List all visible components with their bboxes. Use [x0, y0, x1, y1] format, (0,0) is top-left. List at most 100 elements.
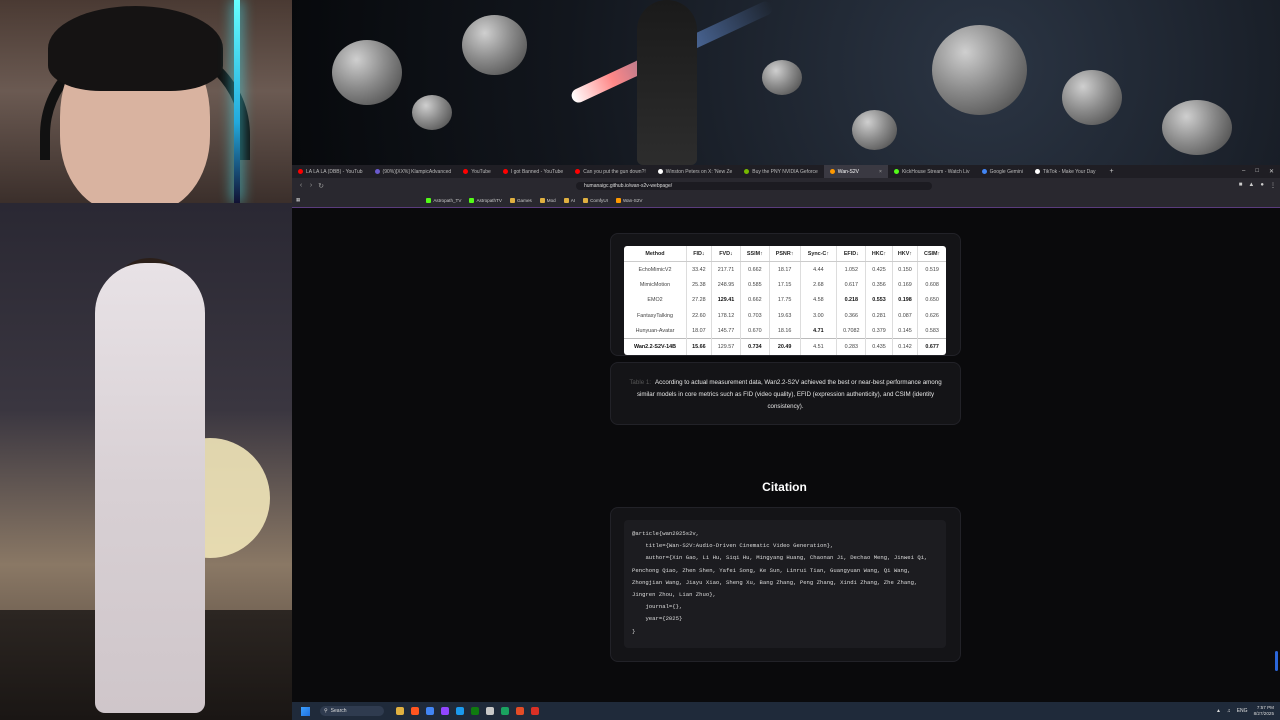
- back-icon[interactable]: ‹: [296, 182, 306, 189]
- table-cell: 17.15: [768, 277, 801, 293]
- table-cell: 0.150: [891, 261, 918, 278]
- table-cell: 17.75: [768, 292, 801, 308]
- browser-tab[interactable]: TikTok - Make Your Day: [1029, 165, 1102, 178]
- table-body: EchoMimicV2 33.42 217.71 0.662 18.17 4.44 1.05…: [624, 261, 946, 355]
- table-cell: 0.553: [865, 292, 893, 308]
- browser-tab[interactable]: Wan-S2V ×: [823, 165, 888, 178]
- browser-tab[interactable]: KickHouse Stream - Watch Liv: [888, 165, 976, 178]
- taskbar-search[interactable]: ⚲ Search: [320, 706, 384, 716]
- taskbar-search-label: Search: [330, 708, 347, 714]
- citation-heading: Citation: [762, 480, 807, 494]
- file-explorer-icon[interactable]: [396, 707, 404, 715]
- table-cell: 20.49: [768, 338, 801, 355]
- table-cell: 0.626: [917, 307, 946, 324]
- browser-tab[interactable]: Winston Peters on X: 'New Ze: [652, 165, 739, 178]
- table-cell: 0.585: [740, 277, 770, 293]
- table-cell: 0.281: [865, 307, 893, 324]
- tab-label: Buy the PNY NVIDIA Geforce: [752, 168, 818, 175]
- close-icon[interactable]: ✕: [1269, 168, 1274, 175]
- table-header-cell: PSNR↑: [768, 246, 801, 262]
- obs-icon[interactable]: [441, 707, 449, 715]
- bookmark-item[interactable]: Games: [509, 197, 532, 203]
- table-cell: 0.198: [891, 292, 918, 308]
- table-header-cell: Method: [624, 246, 687, 262]
- browser-tab[interactable]: (90%)[XX%] KlampicAdvanced: [369, 165, 458, 178]
- reload-icon[interactable]: ↻: [316, 182, 326, 190]
- taskbar-apps: [396, 707, 539, 715]
- tab-label: TikTok - Make Your Day: [1042, 168, 1096, 175]
- tab-label: KickHouse Stream - Watch Liv: [901, 168, 970, 175]
- browser-tab[interactable]: I got Banned - YouTube: [497, 165, 569, 178]
- steam-icon[interactable]: [456, 707, 464, 715]
- bookmark-item[interactable]: ComfyUI: [583, 197, 608, 203]
- wifi-icon[interactable]: ▲: [1216, 708, 1221, 714]
- browser-tab[interactable]: Buy the PNY NVIDIA Geforce: [738, 165, 824, 178]
- table-cell: 18.07: [686, 323, 712, 339]
- table-cell: Wan2.2-S2V-14B: [624, 338, 687, 355]
- bookmark-item[interactable]: AI: [563, 197, 575, 203]
- person-hair: [48, 6, 223, 91]
- table-cell: 1.052: [836, 261, 866, 278]
- table-cell: 0.662: [740, 261, 770, 278]
- address-bar-row: ‹ › ↻ humanaigc.github.io/wan-s2v-webpag…: [292, 178, 1280, 193]
- bookmark-item[interactable]: Astropath_TV: [426, 197, 461, 203]
- anime-character-overlay: [0, 203, 292, 720]
- vlc-icon[interactable]: [531, 707, 539, 715]
- forward-icon[interactable]: ›: [306, 182, 316, 189]
- scrollbar-thumb[interactable]: [1275, 651, 1278, 671]
- tab-label: LA LA LA (DBB) - YouTub: [306, 168, 363, 175]
- asteroid: [412, 95, 452, 130]
- brave-icon[interactable]: [411, 707, 419, 715]
- bookmark-icon: [539, 197, 545, 203]
- table-cell: 0.7082: [836, 323, 866, 339]
- tab-label: (90%)[XX%] KlampicAdvanced: [382, 168, 452, 175]
- table-cell: 3.00: [799, 307, 837, 324]
- profile-icon[interactable]: ●: [1260, 182, 1264, 189]
- apps-icon[interactable]: ▦: [296, 197, 300, 203]
- browser-tab[interactable]: YouTube: [457, 165, 497, 178]
- table-cell: 18.17: [768, 261, 801, 278]
- extensions-icon[interactable]: ■: [1239, 182, 1243, 189]
- bookmark-item[interactable]: Wan-S2V: [615, 197, 642, 203]
- language-indicator[interactable]: ENG: [1237, 708, 1248, 714]
- browser-tab[interactable]: Can you put the gun down?!: [569, 165, 652, 178]
- table-header-cell: FID↓: [686, 246, 712, 262]
- browser-tab[interactable]: Google Gemini: [976, 165, 1029, 178]
- asteroid: [332, 40, 402, 105]
- app-icon[interactable]: [501, 707, 509, 715]
- citation-card: @article{wan2025s2v, title={Wan-S2V:Audi…: [610, 507, 961, 662]
- maximize-icon[interactable]: □: [1255, 168, 1259, 175]
- settings-icon[interactable]: [486, 707, 494, 715]
- new-tab-button[interactable]: +: [1102, 168, 1122, 175]
- webcam-feed: [0, 0, 292, 203]
- volume-icon[interactable]: ♫: [1227, 708, 1231, 714]
- bookmark-item[interactable]: AstropathTV: [469, 197, 502, 203]
- bookmark-item[interactable]: Mod: [539, 197, 556, 203]
- clock[interactable]: 7:57 PM 8/27/2025: [1254, 705, 1274, 717]
- table-cell: 129.57: [710, 338, 741, 355]
- table-cell: 2.68: [799, 277, 837, 293]
- table-cell: 4.44: [799, 261, 837, 278]
- app-icon[interactable]: [516, 707, 524, 715]
- menu-icon[interactable]: ⋮: [1270, 182, 1276, 189]
- citation-bibtex[interactable]: @article{wan2025s2v, title={Wan-S2V:Audi…: [624, 520, 946, 648]
- table-cell: 0.617: [836, 277, 866, 293]
- chrome-icon[interactable]: [426, 707, 434, 715]
- xbox-icon[interactable]: [471, 707, 479, 715]
- browser-tab[interactable]: LA LA LA (DBB) - YouTub: [292, 165, 369, 178]
- table-caption-text: According to actual measurement data, Wa…: [636, 379, 942, 410]
- tab-favicon-icon: [829, 169, 835, 174]
- url-field[interactable]: humanaigc.github.io/wan-s2v-webpage/: [576, 181, 932, 190]
- minimize-icon[interactable]: –: [1242, 168, 1245, 175]
- start-icon[interactable]: [301, 706, 310, 716]
- table-row: FantasyTalking 22.60 178.12 0.703 19.63 3.00 0…: [624, 307, 946, 324]
- table-cell: 25.38: [686, 277, 712, 293]
- tab-close-icon[interactable]: ×: [879, 169, 882, 175]
- table-cell: MimicMotion: [639, 281, 671, 288]
- desktop-wallpaper: [292, 0, 1280, 165]
- table-cell: 178.12: [710, 307, 741, 324]
- asteroid: [1062, 70, 1122, 125]
- shield-icon[interactable]: ▲: [1248, 182, 1254, 189]
- table-row: EchoMimicV2 33.42 217.71 0.662 18.17 4.44 1.05…: [624, 261, 946, 278]
- table-cell: 4.51: [799, 338, 837, 355]
